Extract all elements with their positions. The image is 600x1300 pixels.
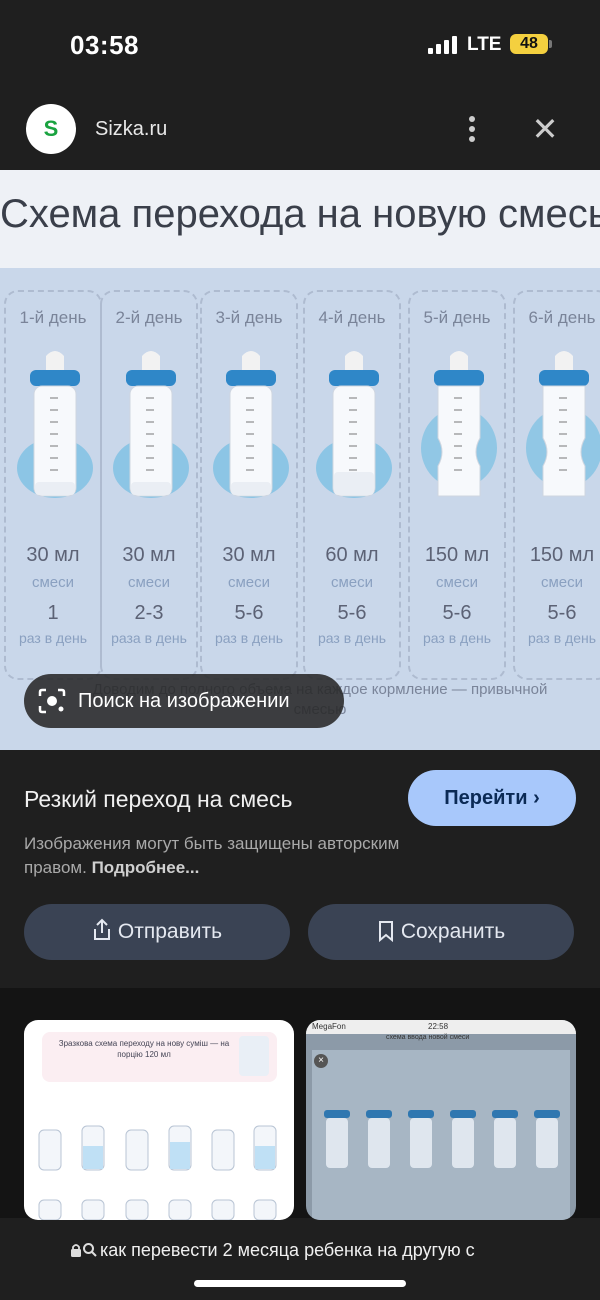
home-indicator[interactable] (194, 1280, 406, 1287)
share-icon (93, 918, 110, 940)
per-day-label: раза в день (111, 630, 187, 646)
battery-icon: 48 (510, 34, 548, 54)
network-type: LTE (467, 34, 502, 55)
related-thumb[interactable]: MegaFon 22:58 схема ввода новой смеси × (306, 1020, 576, 1220)
result-info: Резкий переход на смесь Перейти › Изобра… (0, 750, 600, 988)
day-label: 2-й день (115, 308, 183, 327)
amount-label: 150 мл (424, 544, 490, 566)
result-title: Резкий переход на смесь (24, 786, 293, 812)
unit-label: смеси (540, 574, 584, 591)
unit-label: смеси (127, 574, 171, 591)
goto-label: Перейти (444, 787, 528, 809)
search-query-text: как перевести 2 месяца ребенка на другую… (100, 1240, 475, 1260)
day-column: 5-й день 150 мл смеси 5-6 раз в день (408, 290, 506, 680)
day-label: 6-й день (528, 308, 596, 327)
unit-label: смеси (31, 574, 75, 591)
thumb-time: 22:58 (428, 1022, 449, 1031)
bottle-icon (421, 351, 497, 497)
amount-label: 30 мл (122, 544, 176, 566)
unit-label: смеси (330, 574, 374, 591)
thumb-bottles-image (324, 1110, 560, 1168)
day-column: 2-й день 30 мл смеси 2-3 раза в день (100, 290, 198, 680)
thumb-carrier: MegaFon (312, 1022, 346, 1031)
signal-icon (428, 36, 458, 54)
times-label: 5-6 (337, 602, 367, 624)
bottles-grid-image (38, 1125, 277, 1220)
status-bar: 03:58 LTE 48 (0, 0, 600, 92)
share-button[interactable]: Отправить (24, 904, 290, 960)
search-in-image-label: Поиск на изображении (78, 690, 290, 712)
amount-label: 30 мл (26, 544, 80, 566)
times-label: 2-3 (134, 602, 164, 624)
unit-label: смеси (435, 574, 479, 591)
save-label: Сохранить (400, 920, 506, 943)
amount-label: 60 мл (325, 544, 379, 566)
per-day-label: раз в день (317, 630, 387, 646)
bottle-icon (526, 351, 600, 497)
bottle-icon (316, 351, 392, 498)
day-column: 1-й день 30 мл смеси 1 раз в день (4, 290, 102, 680)
thumb-url: схема ввода новой смеси (386, 1034, 470, 1041)
per-day-label: раз в день (422, 630, 492, 646)
bottle-icon (17, 351, 93, 498)
image-title: Схема перехода на новую смесь (0, 192, 600, 236)
site-name[interactable]: Sizka.ru (95, 118, 167, 141)
copyright-text: Изображения могут быть защищены авторски… (24, 834, 400, 877)
preview-image[interactable]: Схема перехода на новую смесь 1-й день 3… (0, 170, 600, 750)
related-thumb[interactable]: Зразкова схема переходу на нову суміш — … (24, 1020, 294, 1220)
per-day-label: раз в день (214, 630, 284, 646)
unit-label: смеси (227, 574, 271, 591)
day-column: 3-й день 30 мл смеси 5-6 раз в день (200, 290, 298, 680)
share-label: Отправить (117, 920, 223, 943)
amount-label: 30 мл (222, 544, 276, 566)
goto-button[interactable]: Перейти › (408, 770, 576, 826)
times-label: 1 (47, 602, 59, 624)
times-label: 5-6 (234, 602, 264, 624)
per-day-label: раз в день (18, 630, 88, 646)
day-label: 3-й день (215, 308, 283, 327)
thumb-close-icon: × (314, 1054, 328, 1068)
day-label: 4-й день (318, 308, 386, 327)
chevron-right-icon: › (533, 787, 540, 809)
bottom-search-bar[interactable]: как перевести 2 месяца ребенка на другую… (0, 1220, 600, 1300)
save-button[interactable]: Сохранить (308, 904, 574, 960)
day-column: 4-й день 60 мл смеси 5-6 раз в день (303, 290, 401, 680)
search-icon (83, 1243, 97, 1257)
amount-label: 150 мл (529, 544, 595, 566)
bottle-icon (113, 351, 189, 498)
related-images: Зразкова схема переходу на нову суміш — … (0, 988, 600, 1220)
bottle-icon (213, 351, 289, 498)
site-logo[interactable]: S (26, 104, 76, 154)
status-time: 03:58 (70, 30, 139, 60)
lens-icon (38, 688, 66, 714)
copyright-notice: Изображения могут быть защищены авторски… (24, 832, 454, 880)
day-label: 1-й день (19, 308, 87, 327)
times-label: 5-6 (442, 602, 472, 624)
lock-icon (71, 1244, 81, 1257)
battery-tip (549, 40, 552, 48)
bookmark-icon (378, 921, 393, 943)
formula-can-image (239, 1036, 269, 1076)
day-column: 6-й день 150 мл смеси 5-6 раз в день (513, 290, 600, 680)
site-header: S Sizka.ru ✕ (0, 92, 600, 170)
close-icon[interactable]: ✕ (528, 112, 562, 146)
more-link[interactable]: Подробнее... (92, 858, 200, 877)
search-query[interactable]: как перевести 2 месяца ребенка на другую… (70, 1240, 530, 1261)
times-label: 5-6 (547, 602, 577, 624)
more-vert-icon[interactable] (460, 114, 484, 144)
thumb-status-bar: MegaFon 22:58 (306, 1020, 576, 1034)
search-in-image-button[interactable]: Поиск на изображении (24, 674, 344, 728)
per-day-label: раз в день (527, 630, 597, 646)
day-label: 5-й день (423, 308, 491, 327)
thumb-title: Зразкова схема переходу на нову суміш — … (58, 1039, 230, 1059)
